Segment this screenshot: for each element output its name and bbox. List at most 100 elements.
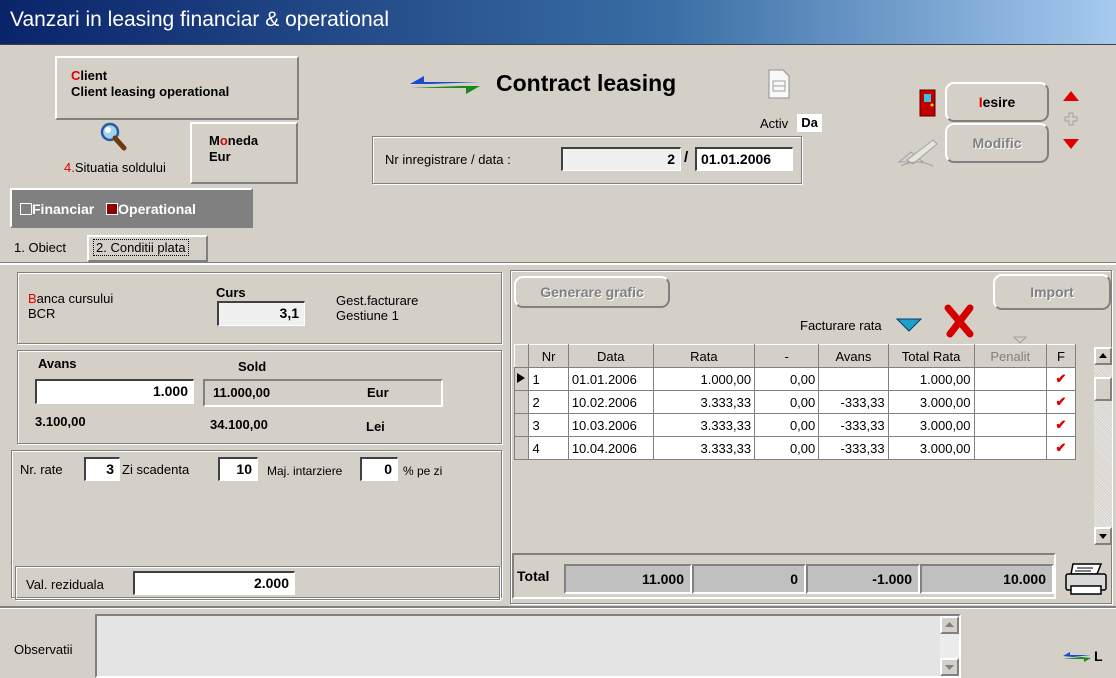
cell-data[interactable]: 10.02.2006	[567, 390, 654, 414]
cell-nr[interactable]: 2	[528, 390, 569, 414]
cell-dash[interactable]: 0,00	[754, 436, 820, 460]
scroll-down-arrow-icon[interactable]	[1062, 138, 1080, 150]
financiar-option[interactable]: Financiar Operational	[20, 201, 196, 217]
reziduala-box: Val. reziduala 2.000	[15, 566, 500, 600]
cell-penalit[interactable]	[973, 413, 1047, 437]
table-row[interactable]: 2 10.02.2006 3.333,33 0,00 -333,33 3.000…	[514, 390, 1076, 414]
observatii-textarea[interactable]	[95, 614, 961, 678]
printer-icon[interactable]	[1063, 562, 1109, 596]
delete-x-icon[interactable]	[942, 304, 976, 338]
column-header[interactable]: F	[1045, 344, 1076, 368]
nr-inregistrare-input[interactable]: 2	[561, 147, 681, 171]
curs-label: Curs	[216, 285, 246, 300]
cell-total-rata[interactable]: 3.000,00	[887, 413, 975, 437]
grid-scrollbar[interactable]	[1094, 347, 1112, 545]
cell-data[interactable]: 01.01.2006	[567, 367, 654, 391]
scrollbar-up-button[interactable]	[1094, 347, 1112, 365]
financiar-checkbox[interactable]	[20, 203, 32, 215]
column-header[interactable]: -	[754, 344, 820, 368]
cell-rata[interactable]: 1.000,00	[652, 367, 756, 391]
cell-f-check[interactable]: ✔	[1045, 413, 1076, 437]
cell-total-rata[interactable]: 3.000,00	[887, 390, 975, 414]
cell-avans[interactable]	[818, 367, 889, 391]
activ-value[interactable]: Da	[797, 114, 822, 132]
modific-button[interactable]: Modific	[945, 123, 1049, 163]
facturare-rata-label: Facturare rata	[800, 318, 882, 333]
situatia-soldului-link[interactable]: 4.Situatia soldului	[64, 160, 166, 175]
import-button[interactable]: Import	[993, 274, 1111, 310]
scrollbar-thumb[interactable]	[1094, 377, 1112, 401]
row-selector[interactable]	[514, 390, 530, 414]
cell-penalit[interactable]	[973, 436, 1047, 460]
curs-input[interactable]: 3,1	[217, 301, 305, 326]
contract-title: Contract leasing	[496, 70, 677, 96]
exit-door-icon[interactable]	[918, 88, 938, 118]
search-icon[interactable]	[98, 121, 128, 151]
tab-obiect[interactable]: 1. Obiect	[14, 240, 66, 255]
column-header[interactable]: Penalit	[973, 344, 1047, 368]
total-dash: 0	[692, 564, 806, 594]
cell-penalit[interactable]	[973, 390, 1047, 414]
table-row[interactable]: 4 10.04.2006 3.333,33 0,00 -333,33 3.000…	[514, 436, 1076, 460]
cell-dash[interactable]: 0,00	[754, 413, 820, 437]
row-selector-current[interactable]	[514, 367, 530, 391]
facturare-dropdown-icon[interactable]	[895, 318, 923, 332]
cell-f-check[interactable]: ✔	[1045, 367, 1076, 391]
scroll-up-arrow-icon[interactable]	[1062, 90, 1080, 102]
cell-nr[interactable]: 3	[528, 413, 569, 437]
val-reziduala-input[interactable]: 2.000	[133, 571, 295, 595]
document-icon[interactable]	[765, 68, 793, 100]
leasing-type-toggle: Financiar Operational	[10, 188, 253, 228]
cell-data[interactable]: 10.04.2006	[567, 436, 654, 460]
table-row[interactable]: 1 01.01.2006 1.000,00 0,00 1.000,00 ✔	[514, 367, 1076, 391]
cell-total-rata[interactable]: 1.000,00	[887, 367, 975, 391]
contract-date-input[interactable]: 01.01.2006	[695, 147, 793, 171]
zi-scadenta-input[interactable]: 10	[218, 457, 258, 481]
sold-label: Sold	[238, 359, 267, 374]
cell-penalit[interactable]	[973, 367, 1047, 391]
modific-button-text: Modific	[972, 135, 1022, 151]
cell-nr[interactable]: 4	[528, 436, 569, 460]
nr-rate-input[interactable]: 3	[84, 457, 120, 481]
observatii-scroll-down[interactable]	[940, 658, 959, 676]
cell-rata[interactable]: 3.333,33	[652, 413, 756, 437]
financiar-label: Financiar	[32, 201, 95, 217]
avans-label: Avans	[38, 356, 77, 371]
cell-dash[interactable]: 0,00	[754, 390, 820, 414]
column-header[interactable]: Nr	[528, 344, 569, 368]
observatii-scrollbar[interactable]	[940, 616, 959, 676]
avans-eur-input[interactable]: 1.000	[35, 379, 194, 404]
cell-rata[interactable]: 3.333,33	[652, 390, 756, 414]
scrollbar-down-button[interactable]	[1094, 527, 1112, 545]
cell-f-check[interactable]: ✔	[1045, 390, 1076, 414]
leasing-arrows-icon	[408, 74, 482, 98]
column-header[interactable]: Rata	[652, 344, 756, 368]
cell-f-check[interactable]: ✔	[1045, 436, 1076, 460]
sold-lei-currency: Lei	[366, 419, 385, 434]
cell-nr[interactable]: 1	[528, 367, 569, 391]
cell-total-rata[interactable]: 3.000,00	[887, 436, 975, 460]
cell-avans[interactable]: -333,33	[818, 413, 889, 437]
observatii-scroll-up[interactable]	[940, 616, 959, 634]
generare-grafic-button[interactable]: Generare grafic	[514, 276, 670, 308]
column-header[interactable]: Data	[567, 344, 654, 368]
cell-avans[interactable]: -333,33	[818, 436, 889, 460]
column-header[interactable]: Total Rata	[887, 344, 975, 368]
row-selector[interactable]	[514, 413, 530, 437]
iesire-button[interactable]: Iesire	[945, 82, 1049, 122]
totals-label: Total	[517, 568, 550, 584]
tab-conditii-plata[interactable]: 2. Conditii plata	[87, 235, 208, 262]
column-header[interactable]: Avans	[818, 344, 889, 368]
maj-intarziere-input[interactable]: 0	[360, 457, 398, 481]
cell-avans[interactable]: -333,33	[818, 390, 889, 414]
zi-scadenta-label: Zi scadenta	[122, 462, 190, 477]
nr-inregistrare-label: Nr inregistrare / data :	[385, 152, 511, 167]
cell-dash[interactable]: 0,00	[754, 367, 820, 391]
row-selector[interactable]	[514, 436, 530, 460]
cell-rata[interactable]: 3.333,33	[652, 436, 756, 460]
operational-checkbox[interactable]	[106, 203, 119, 215]
cell-data[interactable]: 10.03.2006	[567, 413, 654, 437]
maj-unit-label: % pe zi	[403, 464, 443, 478]
currency-box: Banca cursului BCR Curs 3,1 Gest.factura…	[17, 272, 502, 344]
table-row[interactable]: 3 10.03.2006 3.333,33 0,00 -333,33 3.000…	[514, 413, 1076, 437]
